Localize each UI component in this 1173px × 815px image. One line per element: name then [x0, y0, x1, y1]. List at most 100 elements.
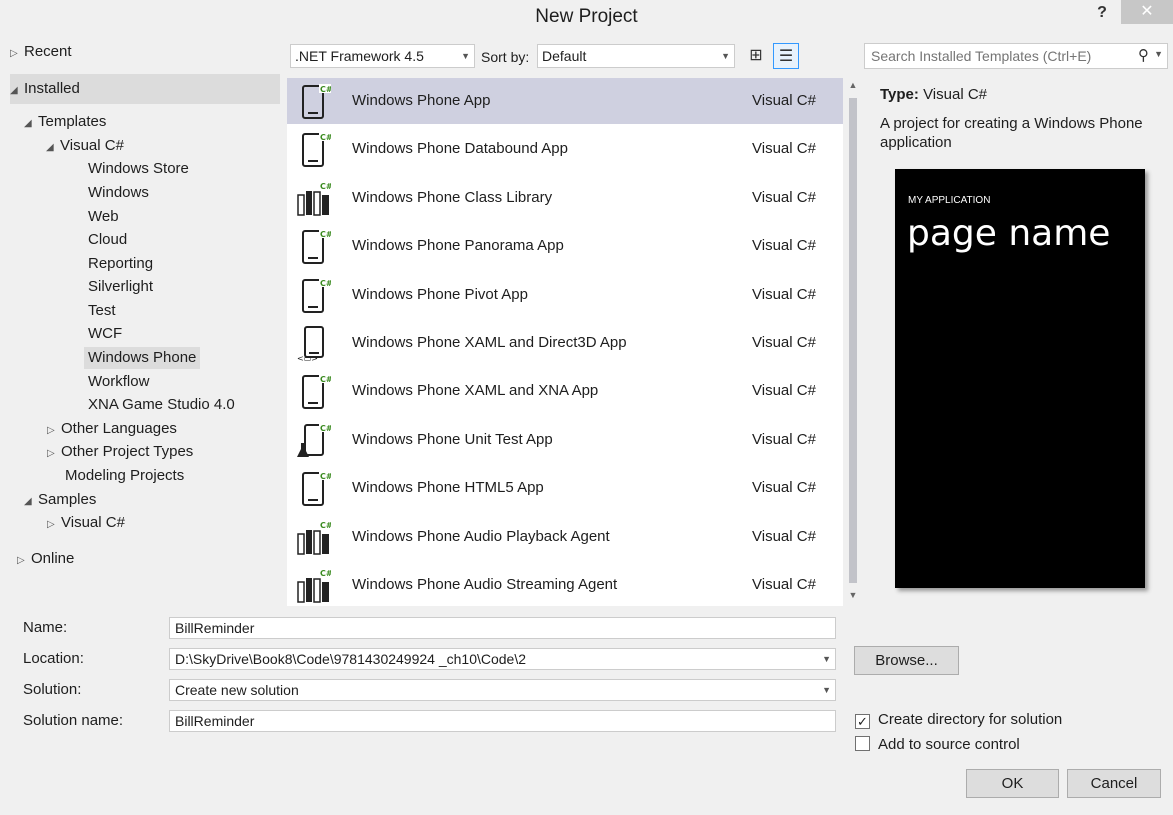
svg-text:C#: C#	[320, 133, 331, 142]
collapse-arrow-icon[interactable]: ◢	[46, 137, 60, 159]
small-icons-view-button[interactable]: ⊞	[743, 43, 769, 69]
tree-node-label: Installed	[24, 80, 80, 97]
tree-node-test[interactable]: Test	[88, 300, 116, 322]
framework-value: .NET Framework 4.5	[295, 48, 424, 64]
tree-node-online[interactable]: ▷ Online	[17, 548, 74, 570]
tree-node-reporting[interactable]: Reporting	[88, 253, 153, 275]
expand-arrow-icon[interactable]: ▷	[10, 43, 24, 65]
windows-phone-icon: C#	[297, 229, 333, 265]
cancel-button[interactable]: Cancel	[1067, 769, 1161, 798]
framework-dropdown[interactable]: .NET Framework 4.5 ▼	[290, 44, 475, 68]
tree-node-other-project-types[interactable]: ▷ Other Project Types	[47, 441, 193, 463]
scroll-thumb[interactable]	[849, 98, 857, 583]
collapse-arrow-icon[interactable]: ◢	[24, 491, 38, 513]
tree-node-label: Samples	[38, 491, 97, 508]
tree-node-samples[interactable]: ◢ Samples	[24, 489, 96, 511]
template-row[interactable]: C# Windows Phone App Visual C#	[287, 78, 843, 124]
solution-name-value: BillReminder	[175, 713, 255, 729]
chevron-down-icon[interactable]: ▼	[822, 649, 831, 669]
template-description: A project for creating a Windows Phone a…	[880, 115, 1143, 151]
details-view-button[interactable]: ☰	[773, 43, 799, 69]
windows-phone-icon: C#	[297, 132, 333, 168]
tree-node-cloud[interactable]: Cloud	[88, 229, 127, 251]
template-language: Visual C#	[752, 188, 816, 206]
tree-node-templates[interactable]: ◢ Templates	[24, 111, 106, 133]
tree-node-installed[interactable]: ◢ Installed	[10, 74, 280, 104]
scroll-down-icon[interactable]: ▼	[846, 590, 860, 604]
help-button[interactable]: ?	[1087, 2, 1117, 24]
checkbox-checked-icon[interactable]: ✓	[855, 714, 870, 729]
tree-node-silverlight[interactable]: Silverlight	[88, 276, 153, 298]
template-row[interactable]: C# Windows Phone Pivot App Visual C#	[287, 272, 843, 318]
close-button[interactable]: ✕	[1121, 0, 1173, 24]
template-row[interactable]: C# Windows Phone HTML5 App Visual C#	[287, 465, 843, 511]
windows-phone-icon: C#	[297, 277, 333, 314]
expand-arrow-icon[interactable]: ▷	[47, 514, 61, 536]
type-value: Visual C#	[923, 86, 988, 103]
template-language: Visual C#	[752, 334, 816, 351]
tree-node-modeling-projects[interactable]: Modeling Projects	[65, 465, 184, 487]
expand-arrow-icon[interactable]: ▷	[17, 550, 31, 572]
template-name: Windows Phone HTML5 App	[352, 479, 544, 497]
tree-node-visual-c-[interactable]: ▷ Visual C#	[47, 512, 125, 534]
svg-text:C#: C#	[320, 230, 331, 239]
tree-node-windows[interactable]: Windows	[88, 182, 149, 204]
name-field[interactable]: BillReminder	[169, 617, 836, 639]
collapse-arrow-icon[interactable]: ◢	[24, 113, 38, 135]
tree-node-xna-game-studio-4-0[interactable]: XNA Game Studio 4.0	[88, 394, 235, 416]
checkbox-unchecked-icon[interactable]	[855, 736, 870, 751]
name-value: BillReminder	[175, 620, 255, 636]
location-value: D:\SkyDrive\Book8\Code\9781430249924 _ch…	[175, 651, 527, 667]
sort-dropdown[interactable]: Default ▼	[537, 44, 735, 68]
template-row[interactable]: C# Windows Phone Panorama App Visual C#	[287, 223, 843, 269]
solution-name-label: Solution name:	[23, 712, 124, 729]
browse-button[interactable]: Browse...	[854, 646, 959, 675]
ok-button[interactable]: OK	[966, 769, 1059, 798]
chevron-down-icon[interactable]: ▼	[1154, 49, 1163, 59]
search-input[interactable]	[865, 44, 1125, 68]
search-icon[interactable]: ⚲	[1138, 46, 1149, 64]
template-row[interactable]: C# Windows Phone Audio Playback Agent Visu…	[287, 514, 843, 560]
location-field[interactable]: D:\SkyDrive\Book8\Code\9781430249924 _ch…	[169, 648, 836, 670]
template-name: Windows Phone Class Library	[352, 188, 553, 206]
tree-node-wcf[interactable]: WCF	[88, 323, 122, 345]
template-row[interactable]: C# Windows Phone Databound App Visual C#	[287, 126, 843, 172]
search-box[interactable]: ⚲ ▼	[864, 43, 1168, 69]
template-list: C# Windows Phone App Visual C# C# Windows P…	[287, 78, 843, 606]
template-language: Visual C#	[752, 576, 816, 593]
template-language: Visual C#	[752, 479, 816, 497]
tree-node-other-languages[interactable]: ▷ Other Languages	[47, 418, 177, 440]
template-row[interactable]: C# Windows Phone Unit Test App Visual C#	[287, 417, 843, 463]
tree-node-visual-c-[interactable]: ◢ Visual C#	[46, 135, 124, 157]
template-row[interactable]: C# Windows Phone Audio Streaming Agent Vis…	[287, 562, 843, 606]
solution-name-field[interactable]: BillReminder	[169, 710, 836, 732]
template-row[interactable]: C# Windows Phone XAML and XNA App Visual C…	[287, 368, 843, 414]
tree-node-workflow[interactable]: Workflow	[88, 371, 149, 393]
solution-dropdown[interactable]: Create new solution ▼	[169, 679, 836, 701]
preview-app-name: MY APPLICATION	[908, 195, 991, 206]
create-directory-checkbox[interactable]: ✓ Create directory for solution	[855, 710, 1062, 730]
template-list-scrollbar[interactable]: ▲ ▼	[846, 80, 860, 606]
template-language: Visual C#	[752, 92, 816, 109]
tree-node-windows-phone[interactable]: Windows Phone	[84, 347, 201, 369]
tree-node-label: Recent	[24, 43, 72, 60]
chevron-down-icon[interactable]: ▼	[822, 680, 831, 700]
scroll-up-icon[interactable]: ▲	[846, 80, 860, 94]
expand-arrow-icon[interactable]: ▷	[47, 443, 61, 465]
template-name: Windows Phone Panorama App	[352, 237, 564, 255]
template-row[interactable]: <▭> Windows Phone XAML and Direct3D App Vi…	[287, 320, 843, 366]
expand-arrow-icon[interactable]: ▷	[47, 420, 61, 442]
template-type: Type: Visual C#	[880, 86, 987, 103]
svg-text:C#: C#	[320, 424, 331, 433]
tree-node-web[interactable]: Web	[88, 206, 119, 228]
collapse-arrow-icon[interactable]: ◢	[10, 76, 24, 106]
source-control-checkbox[interactable]: Add to source control	[855, 735, 1020, 755]
tree-node-windows-store[interactable]: Windows Store	[88, 158, 189, 180]
svg-text:C#: C#	[320, 375, 331, 384]
template-row[interactable]: C# Windows Phone Class Library Visual C#	[287, 175, 843, 221]
tree-node-label: Test	[88, 302, 116, 319]
tree-node-label: WCF	[88, 325, 123, 342]
tree-node-label: Workflow	[88, 373, 150, 390]
class-library-icon: C#	[297, 519, 333, 556]
tree-node-recent[interactable]: ▷ Recent	[10, 41, 72, 63]
